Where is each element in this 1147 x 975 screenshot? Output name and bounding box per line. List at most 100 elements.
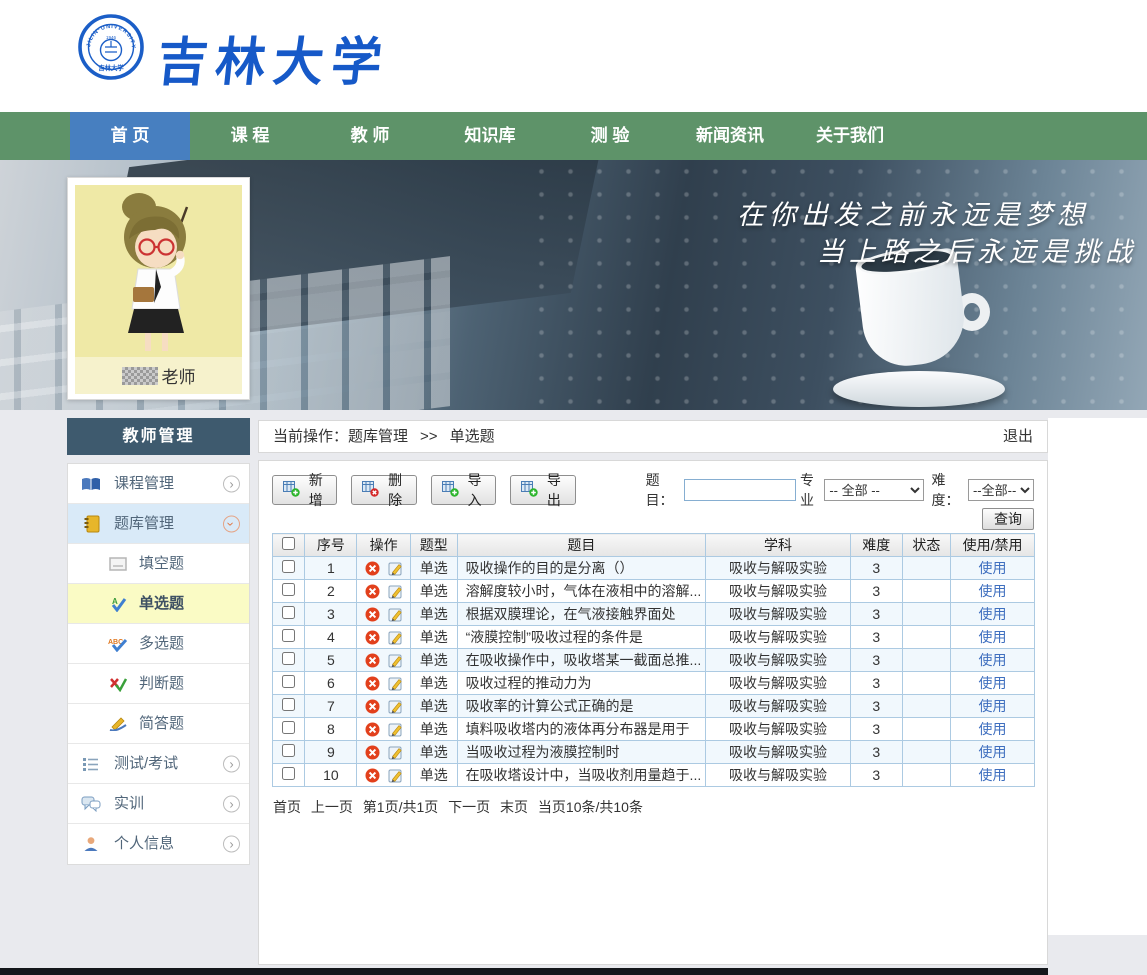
edit-row-icon[interactable] [388, 584, 403, 599]
use-link[interactable]: 使用 [979, 721, 1007, 737]
sidebar-item-question-bank[interactable]: 题库管理 › [68, 504, 249, 544]
row-actions [357, 580, 411, 603]
row-checkbox[interactable] [282, 721, 295, 734]
row-difficulty: 3 [850, 672, 902, 695]
delete-row-icon[interactable] [365, 584, 380, 599]
nav-item-teachers[interactable]: 教 师 [310, 112, 430, 160]
edit-row-icon[interactable] [388, 768, 403, 783]
sidebar-item-tests-exams[interactable]: 测试/考试 › [68, 744, 249, 784]
delete-row-icon[interactable] [365, 653, 380, 668]
pagination-last[interactable]: 末页 [500, 799, 528, 815]
add-button-label: 新增 [305, 470, 326, 510]
row-no: 6 [305, 672, 357, 695]
sidebar-item-course-mgmt[interactable]: 课程管理 › [68, 464, 249, 504]
delete-row-icon[interactable] [365, 676, 380, 691]
row-actions [357, 741, 411, 764]
row-checkbox[interactable] [282, 583, 295, 596]
use-link[interactable]: 使用 [979, 629, 1007, 645]
edit-row-icon[interactable] [388, 653, 403, 668]
use-link[interactable]: 使用 [979, 583, 1007, 599]
sidebar-item-multi-choice[interactable]: ABC 多选题 [68, 624, 249, 664]
import-button[interactable]: 导入 [431, 475, 496, 505]
row-checkbox[interactable] [282, 652, 295, 665]
select-all-checkbox[interactable] [282, 537, 295, 550]
use-link[interactable]: 使用 [979, 675, 1007, 691]
delete-row-icon[interactable] [365, 630, 380, 645]
nav-item-news[interactable]: 新闻资讯 [670, 112, 790, 160]
row-checkbox[interactable] [282, 767, 295, 780]
pagination-first[interactable]: 首页 [273, 799, 301, 815]
edit-row-icon[interactable] [388, 561, 403, 576]
delete-row-icon[interactable] [365, 768, 380, 783]
row-checkbox[interactable] [282, 629, 295, 642]
logout-link[interactable]: 退出 [1003, 421, 1033, 452]
add-button[interactable]: 新增 [272, 475, 337, 505]
right-spacer [1048, 418, 1147, 935]
row-checkbox[interactable] [282, 698, 295, 711]
row-no: 8 [305, 718, 357, 741]
row-type: 单选 [410, 603, 457, 626]
row-status [902, 626, 950, 649]
delete-row-icon[interactable] [365, 745, 380, 760]
banner-slogan-line1: 在你出发之前永远是梦想 [737, 193, 1089, 232]
nav-item-knowledge[interactable]: 知识库 [430, 112, 550, 160]
row-checkbox[interactable] [282, 744, 295, 757]
delete-row-icon[interactable] [365, 722, 380, 737]
breadcrumb-label: 当前操作： [273, 428, 348, 445]
row-type: 单选 [410, 557, 457, 580]
row-type: 单选 [410, 695, 457, 718]
row-subject: 吸收与解吸实验 [706, 764, 851, 787]
main-content: 当前操作：题库管理>>单选题 退出 新增 删除 导入 导 [258, 418, 1048, 965]
delete-row-icon[interactable] [365, 561, 380, 576]
sidebar-item-personal-info[interactable]: 个人信息 › [68, 824, 249, 864]
edit-row-icon[interactable] [388, 676, 403, 691]
pagination-next[interactable]: 下一页 [448, 799, 490, 815]
row-actions [357, 672, 411, 695]
row-checkbox[interactable] [282, 675, 295, 688]
search-button[interactable]: 查询 [982, 508, 1034, 530]
edit-row-icon[interactable] [388, 607, 403, 622]
pagination-prev[interactable]: 上一页 [311, 799, 353, 815]
use-link[interactable]: 使用 [979, 652, 1007, 668]
question-search-input[interactable] [684, 479, 796, 501]
teacher-avatar-card: 老师 [67, 177, 250, 400]
edit-row-icon[interactable] [388, 722, 403, 737]
difficulty-select[interactable]: --全部-- [968, 479, 1034, 501]
use-link[interactable]: 使用 [979, 560, 1007, 576]
sidebar-item-judgment[interactable]: 判断题 [68, 664, 249, 704]
row-checkbox[interactable] [282, 560, 295, 573]
nav-item-courses[interactable]: 课 程 [190, 112, 310, 160]
edit-row-icon[interactable] [388, 630, 403, 645]
nav-item-tests[interactable]: 测 验 [550, 112, 670, 160]
row-subject: 吸收与解吸实验 [706, 649, 851, 672]
major-select[interactable]: -- 全部 -- [824, 479, 923, 501]
row-no: 7 [305, 695, 357, 718]
row-status [902, 649, 950, 672]
row-type: 单选 [410, 741, 457, 764]
breadcrumb-current[interactable]: 单选题 [450, 428, 495, 445]
sidebar-item-short-answer[interactable]: 简答题 [68, 704, 249, 744]
use-link[interactable]: 使用 [979, 767, 1007, 783]
row-checkbox[interactable] [282, 606, 295, 619]
sidebar-item-fill-blank[interactable]: 填空题 [68, 544, 249, 584]
add-table-icon [283, 480, 300, 500]
row-title: 吸收过程的推动力为 [457, 672, 706, 695]
export-button[interactable]: 导出 [510, 475, 575, 505]
nav-item-about[interactable]: 关于我们 [790, 112, 910, 160]
use-link[interactable]: 使用 [979, 698, 1007, 714]
edit-row-icon[interactable] [388, 699, 403, 714]
nav-item-home[interactable]: 首 页 [70, 112, 190, 160]
row-actions [357, 626, 411, 649]
sidebar-item-single-choice[interactable]: A 单选题 [68, 584, 249, 624]
row-title: 吸收率的计算公式正确的是 [457, 695, 706, 718]
edit-row-icon[interactable] [388, 745, 403, 760]
use-link[interactable]: 使用 [979, 606, 1007, 622]
delete-row-icon[interactable] [365, 699, 380, 714]
row-title: 填料吸收塔内的液体再分布器是用于 [457, 718, 706, 741]
breadcrumb-separator: >> [420, 428, 438, 445]
sidebar-item-practical-training[interactable]: 实训 › [68, 784, 249, 824]
delete-button[interactable]: 删除 [351, 475, 416, 505]
delete-row-icon[interactable] [365, 607, 380, 622]
breadcrumb-section[interactable]: 题库管理 [348, 428, 408, 445]
use-link[interactable]: 使用 [979, 744, 1007, 760]
